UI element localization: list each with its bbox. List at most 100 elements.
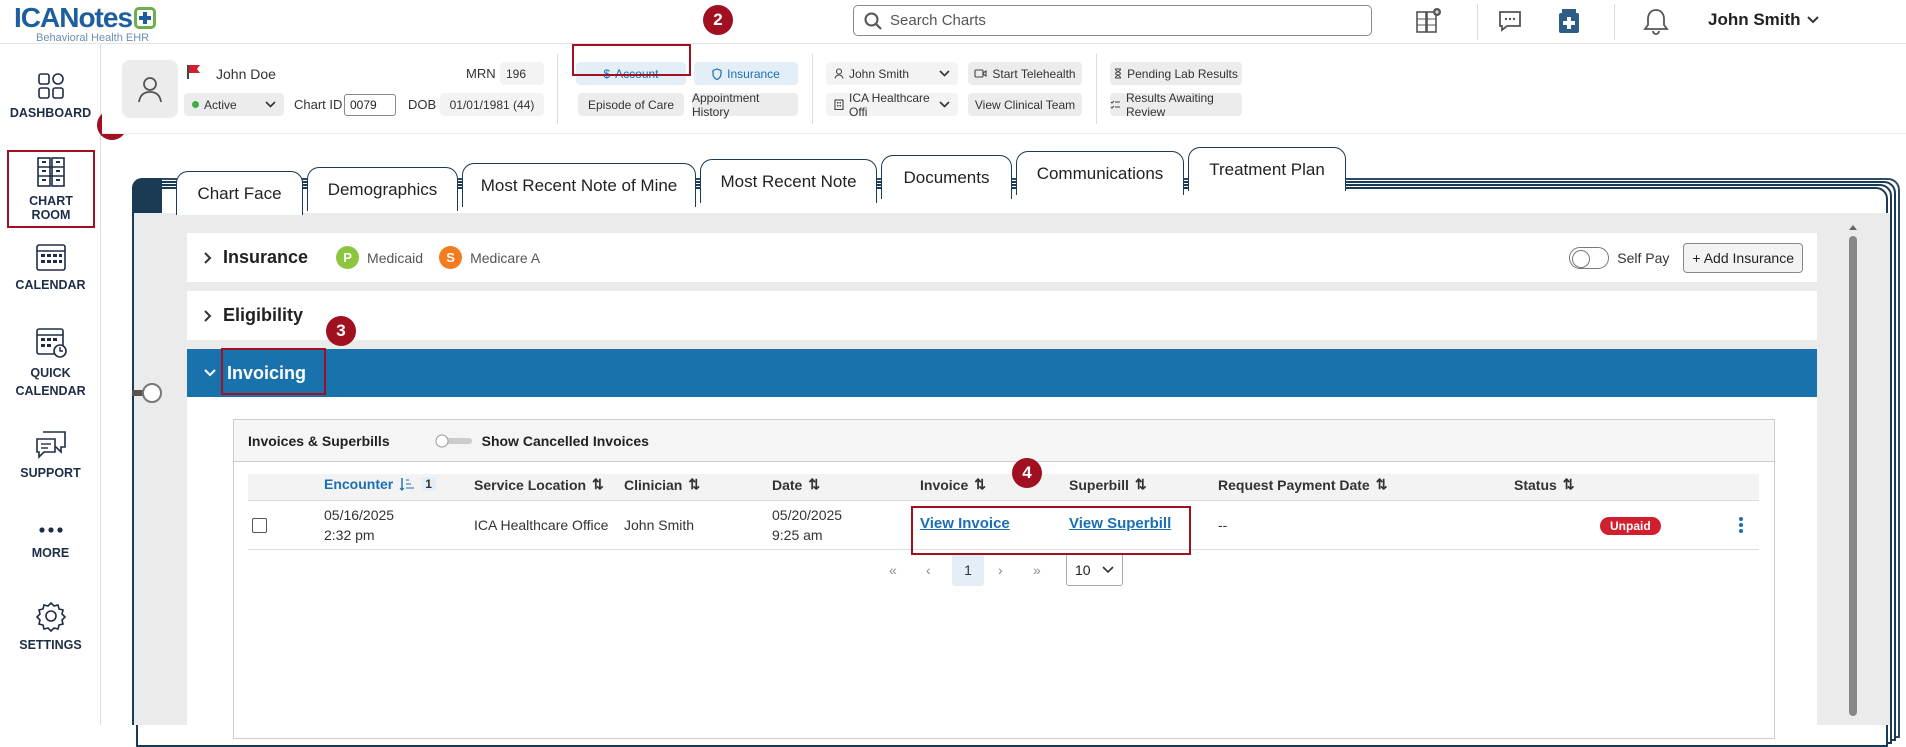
row-select-checkbox[interactable] xyxy=(252,518,267,533)
tab-chart-face[interactable]: Chart Face xyxy=(176,171,303,215)
invoices-card: Invoices & Superbills Show Cancelled Inv… xyxy=(233,419,1775,739)
dob-label: DOB xyxy=(408,97,437,112)
avatar[interactable] xyxy=(122,60,178,118)
checklist-icon xyxy=(1110,100,1121,110)
tab-communications[interactable]: Communications xyxy=(1016,151,1184,195)
sidebar-item-settings[interactable]: SETTINGS xyxy=(0,600,101,652)
encounter-time: 2:32 pm xyxy=(324,527,375,543)
sort-ascending-icon xyxy=(399,477,415,491)
column-header-service-location[interactable]: Service Location ⇅ xyxy=(474,476,604,493)
column-header-status[interactable]: Status ⇅ xyxy=(1514,476,1575,493)
mrn-label: MRN xyxy=(466,66,496,81)
row-actions-kebab-icon[interactable] xyxy=(1738,516,1744,534)
logo-plus-icon xyxy=(134,7,157,29)
top-bar: ICANotes Behavioral Health EHR 2 John Sm… xyxy=(0,0,1906,44)
last-page-button[interactable]: » xyxy=(1033,562,1041,578)
active-status-dot xyxy=(192,101,199,108)
app-logo[interactable]: ICANotes Behavioral Health EHR xyxy=(14,2,157,44)
chevron-down-icon xyxy=(939,101,950,108)
more-dots-icon xyxy=(36,520,66,546)
dob-value: 01/01/1981 (44) xyxy=(440,93,544,116)
page-1-button[interactable]: 1 xyxy=(952,554,984,586)
tab-most-recent-note[interactable]: Most Recent Note xyxy=(700,159,877,203)
encounter-date: 05/16/2025 xyxy=(324,507,395,523)
appointment-history-button[interactable]: Appointment History xyxy=(692,91,798,119)
prev-page-button[interactable]: ‹ xyxy=(926,562,931,578)
sidebar-item-label: DASHBOARD xyxy=(9,106,92,120)
chevron-right-icon xyxy=(203,309,213,323)
sidebar-item-quick-calendar[interactable]: QUICK CALENDAR xyxy=(0,326,101,400)
primary-payer-badge: P xyxy=(336,246,360,269)
pending-lab-results-button[interactable]: Pending Lab Results xyxy=(1110,62,1242,85)
tab-documents[interactable]: Documents xyxy=(881,155,1012,199)
column-header-invoice[interactable]: Invoice ⇅ xyxy=(920,476,986,493)
patient-name: John Doe xyxy=(216,66,276,82)
chevron-down-icon xyxy=(1102,565,1114,574)
page-size-select[interactable]: 10 xyxy=(1066,553,1123,586)
chart-id-field[interactable]: 0079 xyxy=(344,94,396,116)
user-menu[interactable]: John Smith xyxy=(1708,10,1819,30)
tab-most-recent-note-of-mine[interactable]: Most Recent Note of Mine xyxy=(462,163,696,207)
column-header-date[interactable]: Date ⇅ xyxy=(772,476,820,493)
results-awaiting-review-button[interactable]: Results Awaiting Review xyxy=(1110,91,1242,119)
sidebar-item-label: CHART ROOM xyxy=(29,194,73,222)
insurance-section[interactable]: Insurance P Medicaid S Medicare A Self Pay… xyxy=(187,233,1817,282)
sidebar-item-chart-room[interactable]: CHART ROOM xyxy=(7,150,95,228)
start-telehealth-button[interactable]: Start Telehealth xyxy=(968,62,1082,85)
sort-icon: ⇅ xyxy=(808,476,821,492)
insurance-button[interactable]: Insurance xyxy=(694,62,798,85)
video-camera-icon xyxy=(974,69,987,78)
notifications-bell-icon[interactable] xyxy=(1640,5,1672,37)
column-header-superbill[interactable]: Superbill ⇅ xyxy=(1069,476,1147,493)
search-input[interactable] xyxy=(890,12,1330,29)
user-name: John Smith xyxy=(1708,10,1801,29)
sidebar-item-label: SUPPORT xyxy=(20,466,81,480)
messages-icon[interactable] xyxy=(1494,5,1526,37)
self-pay-toggle[interactable] xyxy=(1569,246,1610,269)
sidebar-item-calendar[interactable]: CALENDAR xyxy=(0,242,101,292)
view-clinical-team-button[interactable]: View Clinical Team xyxy=(968,93,1082,116)
eligibility-section[interactable]: Eligibility xyxy=(187,291,1817,340)
flag-icon[interactable] xyxy=(186,64,202,80)
logo-text: ICANotes xyxy=(14,2,133,33)
sort-icon: ⇅ xyxy=(1562,476,1575,492)
tab-demographics[interactable]: Demographics xyxy=(307,167,458,211)
building-icon xyxy=(834,99,844,110)
sidebar-item-dashboard[interactable]: DASHBOARD xyxy=(0,72,101,120)
search-bar[interactable] xyxy=(853,5,1372,36)
file-cabinet-icon xyxy=(35,156,67,194)
episode-of-care-button[interactable]: Episode of Care xyxy=(578,93,684,116)
sidebar-item-more[interactable]: MORE xyxy=(0,520,101,560)
location-select[interactable]: ICA Healthcare Offi xyxy=(826,91,958,119)
chevron-down-icon xyxy=(203,368,217,378)
add-insurance-button[interactable]: + Add Insurance xyxy=(1683,242,1803,273)
chart-id-label: Chart ID xyxy=(294,97,343,112)
chart-room-plus-icon[interactable] xyxy=(1412,5,1444,37)
tab-treatment-plan[interactable]: Treatment Plan xyxy=(1188,147,1346,191)
prescription-icon[interactable] xyxy=(1553,5,1585,37)
chat-support-icon xyxy=(35,430,67,466)
payer-primary: P Medicaid xyxy=(336,246,423,269)
column-header-clinician[interactable]: Clinician ⇅ xyxy=(624,476,700,493)
mrn-value: 196 xyxy=(500,62,544,85)
chevron-right-icon xyxy=(203,251,213,265)
shield-icon xyxy=(712,67,722,80)
clinician-select[interactable]: John Smith xyxy=(826,62,958,85)
sort-icon: ⇅ xyxy=(1375,476,1388,492)
highlight-account xyxy=(572,44,691,76)
column-header-encounter[interactable]: Encounter 1 xyxy=(324,476,436,492)
patient-status-select[interactable]: Active xyxy=(184,93,284,116)
next-page-button[interactable]: › xyxy=(998,562,1003,578)
highlight-invoice-links xyxy=(911,506,1191,555)
column-header-request-payment-date[interactable]: Request Payment Date ⇅ xyxy=(1218,476,1387,493)
sidebar-item-label: SETTINGS xyxy=(19,638,82,652)
sidebar-item-support[interactable]: SUPPORT xyxy=(0,430,101,480)
show-cancelled-toggle[interactable] xyxy=(434,434,474,448)
sort-priority-badge: 1 xyxy=(421,477,436,491)
scrollbar[interactable] xyxy=(1846,222,1860,725)
secondary-payer-badge: S xyxy=(439,246,463,269)
status-badge: Unpaid xyxy=(1600,517,1661,535)
invoicing-section[interactable]: Invoicing xyxy=(187,349,1817,397)
first-page-button[interactable]: « xyxy=(889,562,897,578)
card-title: Invoices & Superbills xyxy=(248,432,390,449)
